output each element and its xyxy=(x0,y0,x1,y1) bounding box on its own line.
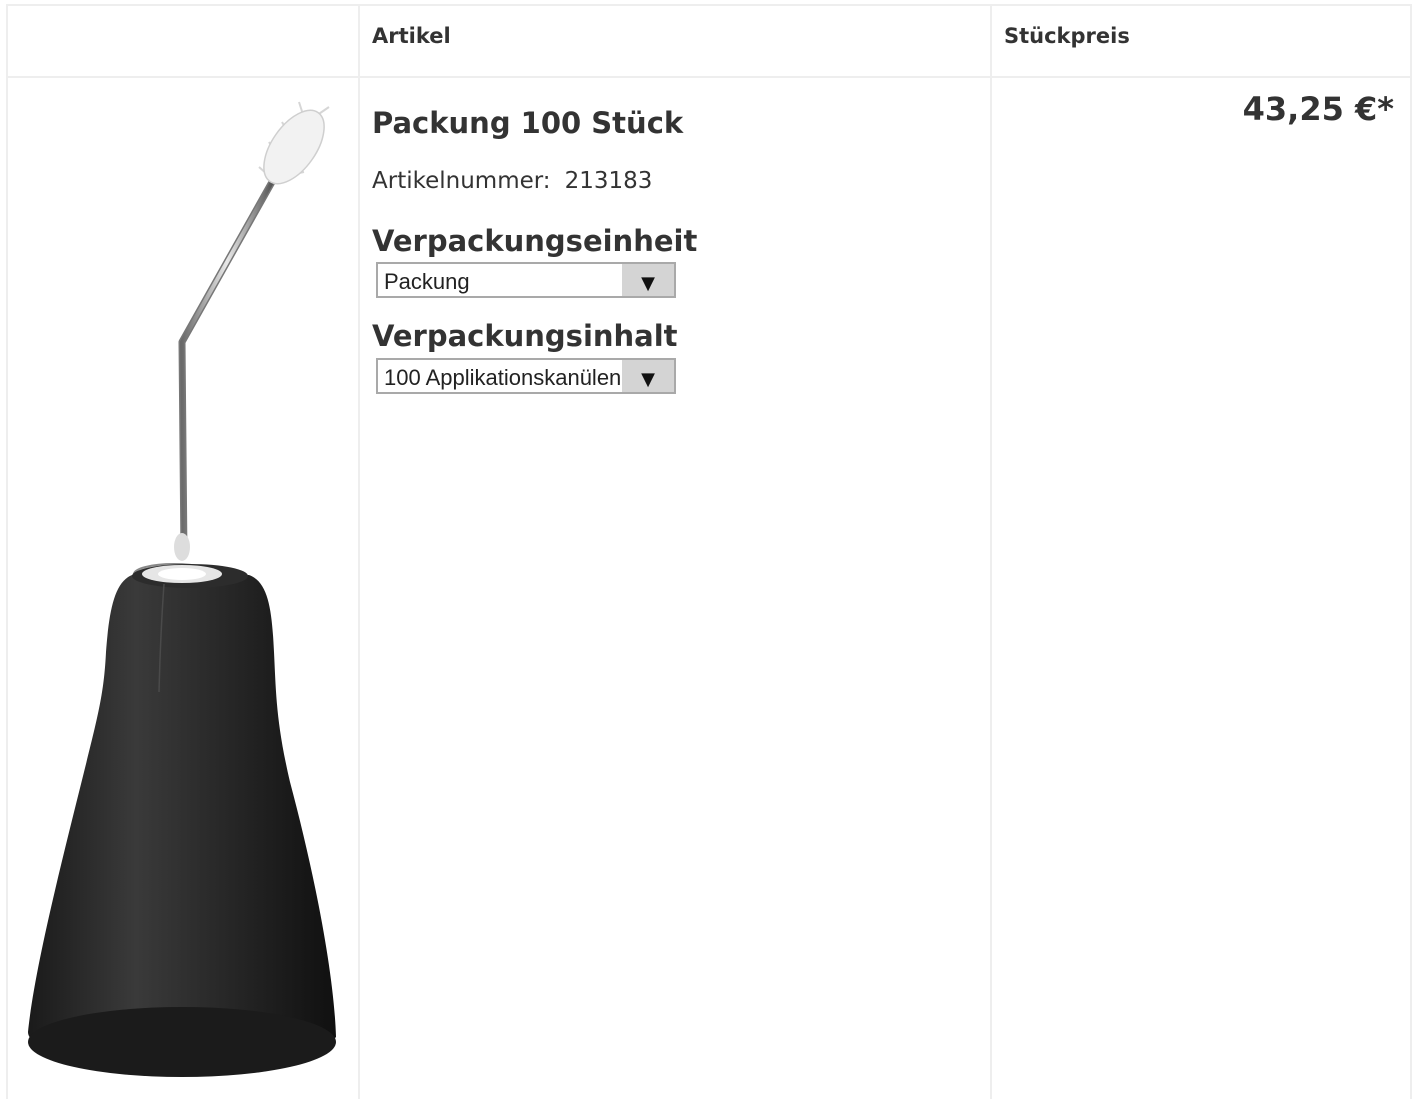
dropdown-arrow-icon[interactable]: ▼ xyxy=(622,360,674,392)
column-divider xyxy=(358,6,360,1099)
dropdown-arrow-icon[interactable]: ▼ xyxy=(622,264,674,296)
article-number: Artikelnummer: 213183 xyxy=(372,168,652,194)
article-number-value: 213183 xyxy=(564,168,653,194)
packaging-unit-label: Verpackungseinheit xyxy=(372,224,698,258)
packaging-content-label: Verpackungsinhalt xyxy=(372,319,678,353)
column-divider xyxy=(990,6,992,1099)
product-image[interactable] xyxy=(14,92,344,1087)
header-divider xyxy=(8,76,1410,78)
packaging-content-value: 100 Applikationskanülen xyxy=(384,365,622,390)
column-header-artikel: Artikel xyxy=(372,24,451,48)
packaging-content-select[interactable]: 100 Applikationskanülen ▼ xyxy=(376,358,676,394)
packaging-unit-value: Packung xyxy=(384,269,470,294)
packaging-unit-select[interactable]: Packung ▼ xyxy=(376,262,676,298)
article-number-label: Artikelnummer: xyxy=(372,168,551,194)
column-header-stueckpreis: Stückpreis xyxy=(1004,24,1130,48)
product-title: Packung 100 Stück xyxy=(372,106,684,140)
unit-price: 43,25 €* xyxy=(1242,90,1394,128)
